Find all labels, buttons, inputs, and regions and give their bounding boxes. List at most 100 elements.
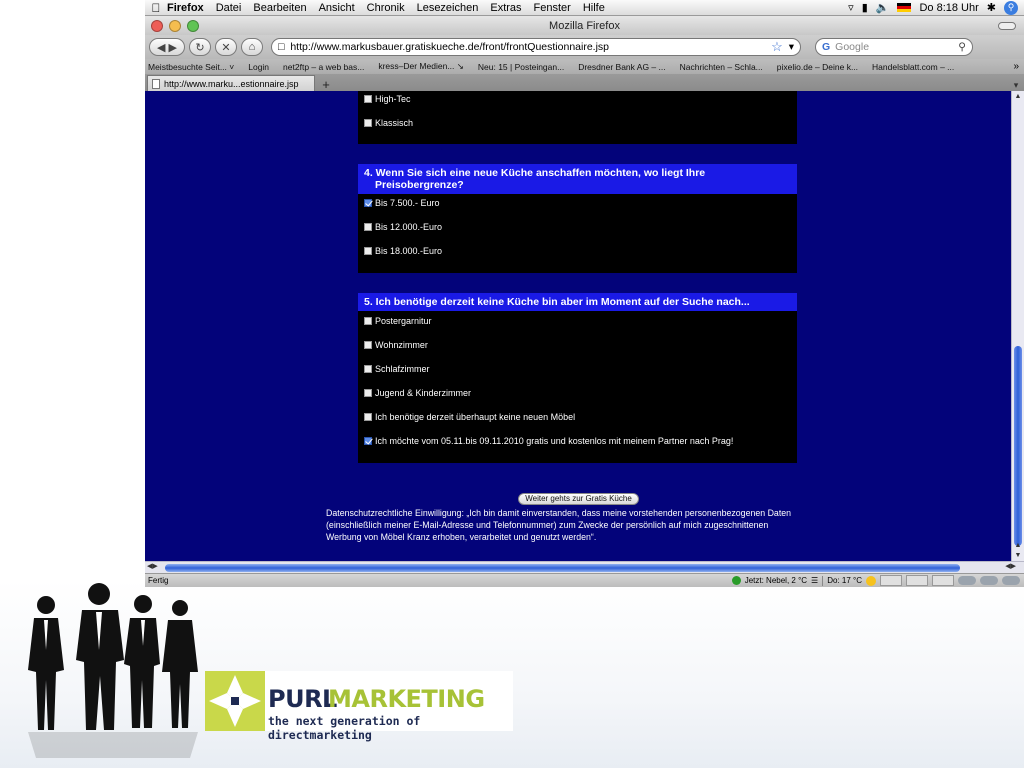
reload-icon: ↻ <box>195 41 205 54</box>
option-bis-12000[interactable]: Bis 12.000.-Euro <box>364 222 442 232</box>
bookmark-item[interactable]: pixelio.de – Deine k... <box>777 62 858 72</box>
tab-label: http://www.marku...estionnaire.jsp <box>164 78 299 89</box>
bookmark-item[interactable]: Meistbesuchte Seit... ˅ <box>148 62 234 72</box>
battery-icon[interactable]: ▮ <box>862 1 868 14</box>
scroll-down-icon[interactable]: ▼ <box>1012 552 1024 559</box>
option-high-tec[interactable]: High-Tec <box>364 94 411 104</box>
search-icon[interactable]: ⚲ <box>958 41 966 53</box>
bookmark-item[interactable]: Handelsblatt.com – ... <box>872 62 954 72</box>
divider <box>822 575 824 586</box>
partly-cloudy-icon <box>880 575 902 586</box>
bookmark-star-icon[interactable]: ☆ <box>771 39 783 55</box>
navigation-toolbar: ◀ ▶ ↻ ✕ ⌂ □ http://www.markusbauer.grati… <box>145 35 1024 59</box>
option-label: Wohnzimmer <box>375 340 428 350</box>
scroll-up-icon[interactable]: ▲ <box>1012 93 1024 100</box>
volume-icon[interactable]: 🔈 <box>876 1 890 14</box>
checkbox[interactable] <box>364 413 372 421</box>
vertical-scroll-thumb[interactable] <box>1014 346 1022 546</box>
bookmark-item[interactable]: Dresdner Bank AG – ... <box>578 62 665 72</box>
question-3-panel <box>358 91 797 144</box>
url-bar[interactable]: □ http://www.markusbauer.gratiskueche.de… <box>271 38 801 56</box>
weather-widget[interactable]: Jetzt: Nebel, 2 °C ☰ Do: 17 °C <box>731 575 1024 586</box>
checkbox-checked[interactable] <box>364 199 372 207</box>
option-bis-7500[interactable]: Bis 7.500.- Euro <box>364 198 440 208</box>
home-button[interactable]: ⌂ <box>241 38 263 56</box>
checkbox[interactable] <box>364 365 372 373</box>
bookmark-item[interactable]: kress–Der Medien... ↘ <box>378 61 464 72</box>
status-bar: Fertig Jetzt: Nebel, 2 °C ☰ Do: 17 °C <box>145 573 1024 587</box>
cloud-icon <box>980 576 998 585</box>
forward-arrow-icon: ▶ <box>168 41 177 54</box>
google-engine-icon[interactable]: G <box>822 41 830 53</box>
checkbox[interactable] <box>364 317 372 325</box>
scroll-right-icon[interactable]: ◀▶ <box>1005 562 1016 570</box>
wifi-icon[interactable]: ▿ <box>848 1 854 14</box>
cloud-icon <box>1002 576 1020 585</box>
menu-chronik[interactable]: Chronik <box>367 2 405 14</box>
option-klassisch[interactable]: Klassisch <box>364 118 413 128</box>
submit-button[interactable]: Weiter gehts zur Gratis Küche <box>518 493 639 505</box>
vertical-scrollbar[interactable]: ▲ ▲ ▼ <box>1011 91 1024 561</box>
option-prag-reise[interactable]: Ich möchte vom 05.11.bis 09.11.2010 grat… <box>364 436 733 446</box>
spotlight-icon[interactable]: ⚲ <box>1004 0 1018 15</box>
menu-extras-tray: ▿ ▮ 🔈 Do 8:18 Uhr ✱ ⚲ <box>848 0 1024 15</box>
stop-button[interactable]: ✕ <box>215 38 237 56</box>
option-label: Bis 12.000.-Euro <box>375 222 443 232</box>
consent-line: Datenschutzrechtliche Einwilligung: „Ich… <box>326 508 792 518</box>
menu-clock[interactable]: Do 8:18 Uhr <box>919 2 978 14</box>
consent-line: Werbung von Möbel Kranz erhoben, verarbe… <box>326 532 597 542</box>
checkbox[interactable] <box>364 223 372 231</box>
horizontal-scrollbar[interactable]: ◀▶ ◀▶ <box>145 561 1024 573</box>
back-forward-button[interactable]: ◀ ▶ <box>149 38 185 56</box>
option-keine-moebel[interactable]: Ich benötige derzeit überhaupt keine neu… <box>364 412 575 422</box>
cloud-icon <box>958 576 976 585</box>
url-dropdown-icon[interactable]: ▾ <box>789 41 794 53</box>
checkbox[interactable] <box>364 341 372 349</box>
checkbox[interactable] <box>364 389 372 397</box>
minimize-window-icon[interactable] <box>169 19 181 32</box>
menu-hilfe[interactable]: Hilfe <box>583 2 605 14</box>
partly-cloudy-icon <box>906 575 928 586</box>
option-schlafzimmer[interactable]: Schlafzimmer <box>364 364 430 374</box>
menu-bearbeiten[interactable]: Bearbeiten <box>253 2 306 14</box>
scroll-left-icon[interactable]: ◀▶ <box>147 562 158 570</box>
toolbar-toggle-icon[interactable] <box>998 21 1016 30</box>
menu-extras[interactable]: Extras <box>490 2 521 14</box>
option-postergarnitur[interactable]: Postergarnitur <box>364 316 432 326</box>
zoom-window-icon[interactable] <box>187 19 199 32</box>
new-tab-button[interactable]: + <box>317 77 335 92</box>
menu-datei[interactable]: Datei <box>216 2 242 14</box>
tab-list-icon[interactable]: ▾ <box>1008 80 1024 91</box>
bookmark-item[interactable]: Login <box>248 62 269 72</box>
back-arrow-icon: ◀ <box>157 41 166 54</box>
bookmarks-overflow-icon[interactable]: » <box>1013 61 1024 72</box>
close-window-icon[interactable] <box>151 19 163 32</box>
menu-firefox[interactable]: Firefox <box>167 2 204 14</box>
menu-fenster[interactable]: Fenster <box>534 2 571 14</box>
horizontal-scroll-thumb[interactable] <box>165 564 960 572</box>
reload-button[interactable]: ↻ <box>189 38 211 56</box>
tab-questionnaire[interactable]: http://www.marku...estionnaire.jsp <box>147 75 315 91</box>
checkbox[interactable] <box>364 95 372 103</box>
scroll-up-icon[interactable]: ▲ <box>1012 542 1024 549</box>
weather-day[interactable]: Do: 17 °C <box>827 576 862 585</box>
bookmark-item[interactable]: Nachrichten – Schla... <box>680 62 763 72</box>
apple-menu-icon[interactable]:  <box>145 1 167 15</box>
weather-now[interactable]: Jetzt: Nebel, 2 °C <box>745 576 807 585</box>
url-text[interactable]: http://www.markusbauer.gratiskueche.de/f… <box>290 41 609 53</box>
option-label: Jugend & Kinderzimmer <box>375 388 472 398</box>
bluetooth-icon[interactable]: ✱ <box>987 1 996 14</box>
bookmark-item[interactable]: net2ftp – a web bas... <box>283 62 364 72</box>
menu-ansicht[interactable]: Ansicht <box>319 2 355 14</box>
german-flag-icon[interactable] <box>897 3 912 12</box>
checkbox[interactable] <box>364 119 372 127</box>
menu-lesezeichen[interactable]: Lesezeichen <box>417 2 479 14</box>
option-wohnzimmer[interactable]: Wohnzimmer <box>364 340 428 350</box>
search-input[interactable]: G Google ⚲ <box>815 38 973 56</box>
logo-mark-icon <box>205 671 265 731</box>
option-jugend-kinderzimmer[interactable]: Jugend & Kinderzimmer <box>364 388 471 398</box>
bookmark-item[interactable]: Neu: 15 | Posteingan... <box>478 62 564 72</box>
checkbox-checked[interactable] <box>364 437 372 445</box>
checkbox[interactable] <box>364 247 372 255</box>
option-bis-18000[interactable]: Bis 18.000.-Euro <box>364 246 442 256</box>
